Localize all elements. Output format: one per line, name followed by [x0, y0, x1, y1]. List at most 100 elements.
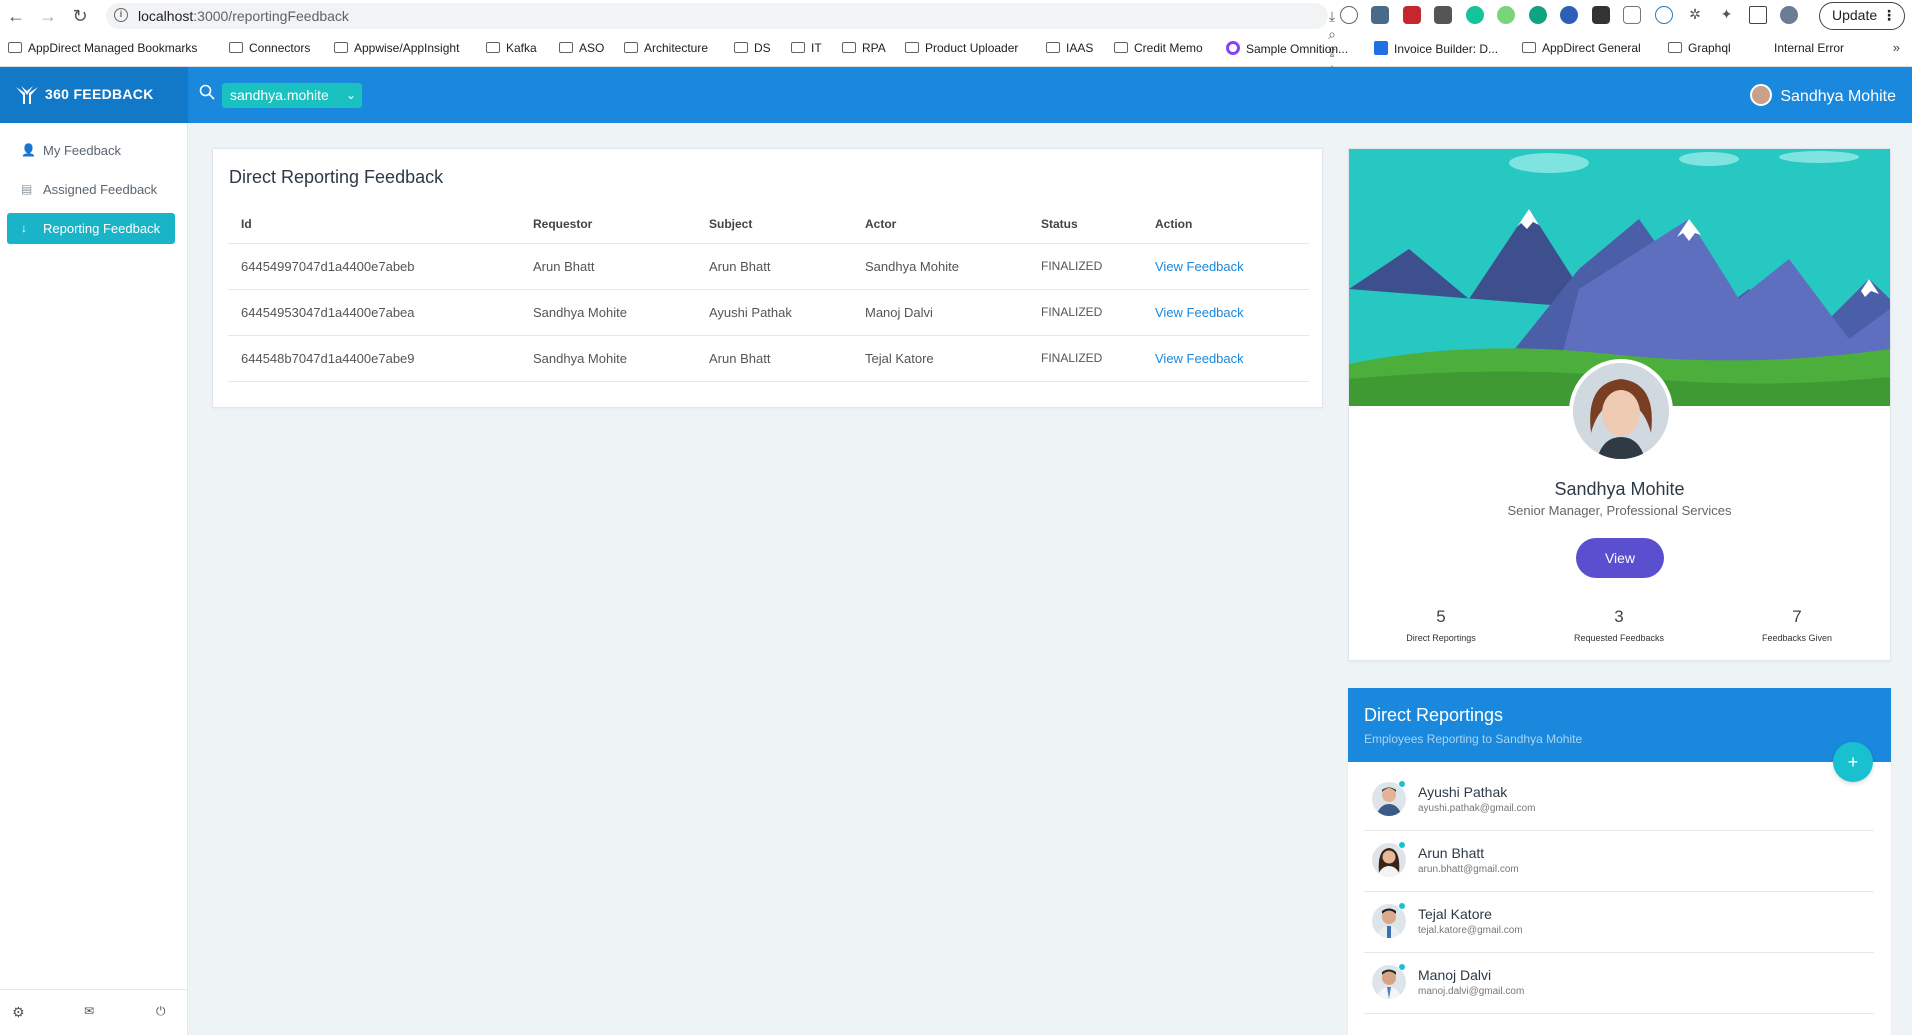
folder-icon: [334, 42, 348, 53]
feedback-table: Id Requestor Subject Actor Status Action…: [228, 205, 1309, 382]
power-icon[interactable]: ⏻: [156, 1004, 166, 1019]
back-icon[interactable]: ←: [6, 6, 26, 26]
bookmark-item[interactable]: RPA: [842, 41, 886, 55]
bookmark-item[interactable]: Sample Omnition...: [1226, 41, 1348, 56]
online-indicator: [1398, 963, 1406, 971]
cell-subject: Ayushi Pathak: [696, 289, 852, 336]
address-bar[interactable]: i localhost:3000/reportingFeedback ⤓ ⌕ ⇪…: [106, 3, 1338, 78]
sidepanel-icon[interactable]: [1748, 6, 1767, 24]
extension-icon[interactable]: [1560, 6, 1579, 24]
bookmark-item[interactable]: DS: [734, 41, 771, 55]
sidebar-item-my-feedback[interactable]: 👤 My Feedback: [7, 135, 175, 166]
site-info-icon[interactable]: i: [114, 8, 128, 22]
direct-reportings-subtitle: Employees Reporting to Sandhya Mohite: [1364, 732, 1583, 746]
stat-label: Feedbacks Given: [1761, 633, 1833, 643]
bookmark-item[interactable]: Appwise/AppInsight: [334, 41, 459, 55]
list-item[interactable]: Arun Bhatt arun.bhatt@gmail.com: [1364, 831, 1874, 892]
person-name: Ayushi Pathak: [1418, 784, 1508, 800]
cell-status: FINALIZED: [1028, 289, 1142, 336]
user-select[interactable]: sandhya.mohite ⌄: [222, 83, 362, 108]
bookmark-item[interactable]: Graphql: [1668, 41, 1731, 55]
user-check-icon: 👤: [21, 143, 36, 157]
folder-icon: [905, 42, 919, 53]
table-row: 64454953047d1a4400e7abea Sandhya Mohite …: [228, 289, 1309, 336]
column-header: Action: [1142, 205, 1309, 244]
forward-icon[interactable]: →: [38, 6, 58, 26]
person-email: arun.bhatt@gmail.com: [1418, 864, 1519, 875]
brand-name: 360 FEEDBACK: [45, 86, 154, 102]
extension-icon[interactable]: ✲: [1686, 6, 1704, 24]
bookmark-item[interactable]: Credit Memo: [1114, 41, 1203, 55]
bookmark-item[interactable]: AppDirect Managed Bookmarks: [8, 41, 197, 55]
bookmark-item[interactable]: IT: [791, 41, 822, 55]
extension-icon[interactable]: [1654, 6, 1673, 24]
online-indicator: [1398, 902, 1406, 910]
column-header: Actor: [852, 205, 1028, 244]
folder-icon: [559, 42, 573, 53]
header-user[interactable]: Sandhya Mohite: [1750, 84, 1896, 106]
list-item[interactable]: Tejal Katore tejal.katore@gmail.com: [1364, 892, 1874, 953]
stat-feedbacks-given: 7 Feedbacks Given: [1727, 607, 1867, 643]
bookmark-item[interactable]: Connectors: [229, 41, 310, 55]
sidebar: 👤 My Feedback ▤ Assigned Feedback ↓ Repo…: [0, 123, 188, 1035]
extension-icon[interactable]: [1434, 6, 1453, 24]
cell-actor: Sandhya Mohite: [852, 243, 1028, 290]
sidebar-footer: ⚙ ✉ ⏻: [0, 989, 188, 1035]
bookmark-item[interactable]: Invoice Builder: D...: [1374, 41, 1498, 56]
extension-icon[interactable]: [1340, 6, 1358, 24]
bookmark-item[interactable]: AppDirect General: [1522, 41, 1641, 55]
list-item[interactable]: Ayushi Pathak ayushi.pathak@gmail.com: [1364, 770, 1874, 831]
extension-icon[interactable]: [1591, 6, 1610, 24]
bookmark-item[interactable]: Product Uploader: [905, 41, 1018, 55]
update-button[interactable]: Update ⋮: [1819, 2, 1905, 30]
mail-icon[interactable]: ✉: [84, 1004, 94, 1018]
view-feedback-link[interactable]: View Feedback: [1142, 335, 1309, 382]
brand[interactable]: 360 FEEDBACK: [0, 67, 188, 123]
column-header: Requestor: [520, 205, 696, 244]
person-email: manoj.dalvi@gmail.com: [1418, 986, 1525, 997]
direct-reportings-list: Ayushi Pathak ayushi.pathak@gmail.com Ar…: [1348, 762, 1891, 1035]
folder-icon: [1522, 42, 1536, 53]
sidebar-item-assigned-feedback[interactable]: ▤ Assigned Feedback: [7, 174, 175, 205]
stat-direct-reportings: 5 Direct Reportings: [1371, 607, 1511, 643]
folder-icon: [791, 42, 805, 53]
person-name: Manoj Dalvi: [1418, 967, 1492, 983]
bookmarks-more-icon[interactable]: »: [1893, 40, 1900, 55]
extension-icon[interactable]: [1623, 6, 1642, 24]
avatar: [1750, 84, 1773, 106]
settings-icon[interactable]: ⚙: [12, 1004, 25, 1021]
extension-icon[interactable]: [1371, 6, 1390, 24]
folder-icon: [8, 42, 22, 53]
puzzle-icon[interactable]: ✦: [1717, 6, 1735, 24]
stat-value: 3: [1614, 607, 1624, 626]
bookmark-item[interactable]: Architecture: [624, 41, 708, 55]
profile-photo: [1573, 363, 1669, 459]
bookmark-item[interactable]: IAAS: [1046, 41, 1093, 55]
header-user-name: Sandhya Mohite: [1780, 88, 1896, 105]
cell-status: FINALIZED: [1028, 335, 1142, 382]
add-reporting-button[interactable]: +: [1833, 742, 1873, 782]
view-profile-button[interactable]: View: [1576, 538, 1664, 578]
install-icon[interactable]: ⤓: [1324, 8, 1340, 24]
extension-icon[interactable]: [1528, 6, 1547, 24]
extension-icon[interactable]: [1402, 6, 1421, 24]
direct-reportings-card: Direct Reportings Employees Reporting to…: [1348, 688, 1891, 1035]
view-feedback-link[interactable]: View Feedback: [1142, 289, 1309, 336]
cell-id: 644548b7047d1a4400e7abe9: [228, 335, 520, 382]
cell-status: FINALIZED: [1028, 243, 1142, 290]
view-feedback-link[interactable]: View Feedback: [1142, 243, 1309, 290]
reload-icon[interactable]: ↻: [70, 6, 90, 26]
profile-icon[interactable]: [1780, 6, 1799, 24]
bookmark-item[interactable]: Kafka: [486, 41, 537, 55]
bookmark-item[interactable]: ASO: [559, 41, 604, 55]
sidebar-item-reporting-feedback[interactable]: ↓ Reporting Feedback: [7, 213, 175, 244]
extension-icon[interactable]: [1465, 6, 1484, 24]
extension-icon[interactable]: [1497, 6, 1516, 24]
list-item[interactable]: Manoj Dalvi manoj.dalvi@gmail.com: [1364, 953, 1874, 1014]
cell-subject: Arun Bhatt: [696, 335, 852, 382]
search-icon[interactable]: [199, 84, 215, 100]
bookmark-item[interactable]: Internal Error: [1774, 41, 1844, 55]
url-text[interactable]: localhost:3000/reportingFeedback: [138, 8, 349, 24]
folder-icon: [1668, 42, 1682, 53]
online-indicator: [1398, 780, 1406, 788]
